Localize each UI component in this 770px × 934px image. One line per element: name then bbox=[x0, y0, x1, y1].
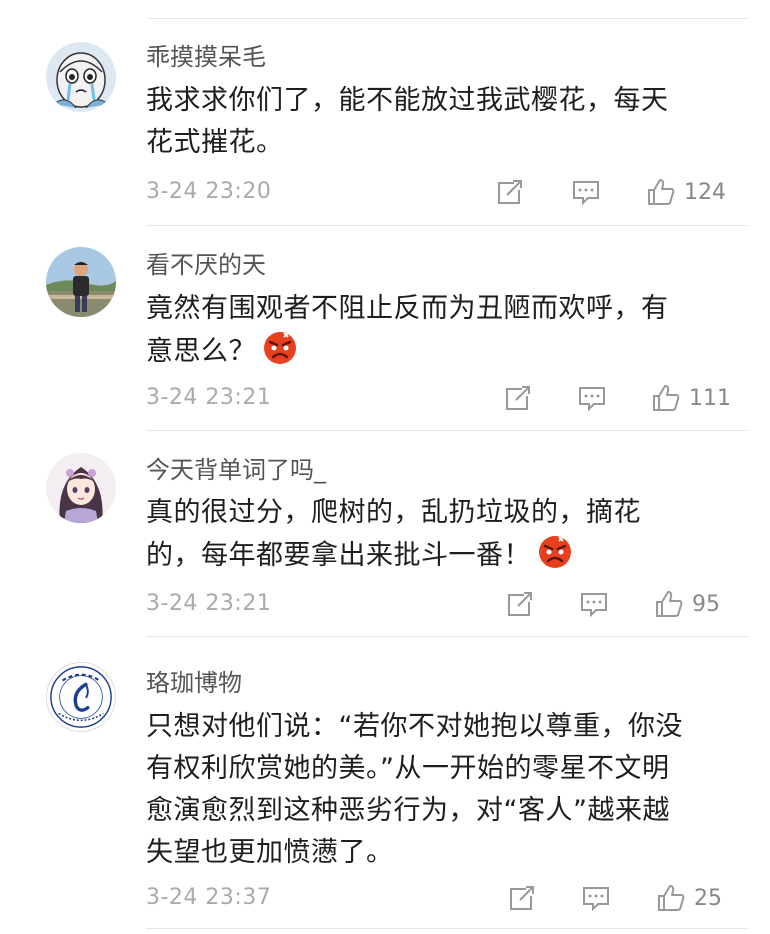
username[interactable]: 乖摸摸呆毛 bbox=[146, 42, 266, 72]
comment-meta: 3-24 23:21 95 bbox=[146, 584, 730, 624]
comment-button[interactable] bbox=[580, 584, 608, 624]
comment-text: 真的很过分，爬树的，乱扔垃圾的，摘花 的，每年都要拿出来批斗一番！ bbox=[146, 492, 736, 577]
comment-text-segment: 的，每年都要拿出来批斗一番！ bbox=[146, 540, 531, 571]
username[interactable]: 今天背单词了吗_ bbox=[146, 455, 326, 485]
avatar[interactable] bbox=[46, 42, 116, 112]
anime-girl-avatar-icon bbox=[46, 453, 116, 523]
comment-text: 我求求你们了，能不能放过我武樱花，每天 花式摧花。 bbox=[146, 80, 736, 164]
comment-text-line: 只想对他们说：“若你不对她抱以尊重，你没 bbox=[146, 711, 683, 742]
thumbs-up-icon bbox=[656, 591, 683, 617]
comment-divider bbox=[146, 430, 748, 431]
repost-button[interactable] bbox=[496, 172, 524, 212]
repost-icon bbox=[506, 384, 532, 410]
comment-button[interactable] bbox=[578, 378, 606, 418]
timestamp: 3-24 23:37 bbox=[146, 885, 272, 910]
comment-divider bbox=[146, 225, 748, 226]
like-button[interactable]: 25 bbox=[656, 878, 722, 918]
comment-meta: 3-24 23:37 25 bbox=[146, 878, 730, 918]
comment-text-line: 愈演愈烈到这种恶劣行为，对“客人”越来越 bbox=[146, 795, 670, 826]
angry-face-emoji-icon bbox=[264, 332, 296, 364]
comment-text: 只想对他们说：“若你不对她抱以尊重，你没 有权利欣赏她的美。”从一开始的零星不文… bbox=[146, 706, 736, 874]
comment-meta: 3-24 23:21 111 bbox=[146, 378, 731, 418]
comment-text-line: 竟然有围观者不阻止反而为丑陋而欢呼，有 bbox=[146, 293, 669, 324]
comment-text-line: 的，每年都要拿出来批斗一番！ bbox=[146, 534, 736, 577]
avatar[interactable] bbox=[46, 662, 116, 732]
thumbs-up-icon bbox=[658, 885, 685, 911]
comment-text-line: 失望也更加愤懑了。 bbox=[146, 837, 394, 868]
comment-button[interactable] bbox=[572, 172, 600, 212]
comment-text-line: 我求求你们了，能不能放过我武樱花，每天 bbox=[146, 85, 669, 116]
repost-button[interactable] bbox=[504, 378, 532, 418]
museum-seal-logo-avatar-icon bbox=[47, 663, 115, 731]
repost-icon bbox=[510, 884, 536, 910]
angry-face-emoji-icon bbox=[539, 536, 571, 568]
comment-text: 竟然有围观者不阻止反而为丑陋而欢呼，有 意思么？ bbox=[146, 288, 736, 373]
like-count: 25 bbox=[694, 885, 722, 911]
like-count: 111 bbox=[689, 385, 731, 411]
like-button[interactable]: 124 bbox=[646, 172, 726, 212]
timestamp: 3-24 23:21 bbox=[146, 591, 272, 616]
username[interactable]: 看不厌的天 bbox=[146, 250, 266, 280]
timestamp: 3-24 23:20 bbox=[146, 179, 272, 204]
repost-button[interactable] bbox=[508, 878, 536, 918]
comment-icon bbox=[583, 887, 609, 912]
username[interactable]: 珞珈博物 bbox=[146, 668, 242, 698]
thumbs-up-icon bbox=[653, 385, 680, 411]
comment-text-line: 有权利欣赏她的美。”从一开始的零星不文明 bbox=[146, 753, 670, 784]
comment-text-line: 花式摧花。 bbox=[146, 127, 284, 158]
person-outdoor-photo-avatar-icon bbox=[46, 247, 116, 317]
repost-button[interactable] bbox=[506, 584, 534, 624]
like-button[interactable]: 95 bbox=[654, 584, 720, 624]
comment-icon bbox=[579, 387, 605, 412]
cartoon-crying-face-avatar-icon bbox=[46, 42, 116, 112]
comment-text-segment: 意思么？ bbox=[146, 336, 256, 367]
repost-icon bbox=[498, 178, 524, 204]
like-count: 124 bbox=[684, 179, 726, 205]
comment-text-line: 真的很过分，爬树的，乱扔垃圾的，摘花 bbox=[146, 497, 641, 528]
comment-icon bbox=[573, 181, 599, 206]
top-divider bbox=[148, 18, 748, 19]
comment-text-line: 意思么？ bbox=[146, 330, 736, 373]
repost-icon bbox=[508, 590, 534, 616]
comment-divider bbox=[146, 928, 748, 929]
comment-icon bbox=[581, 593, 607, 618]
comment-meta: 3-24 23:20 124 bbox=[146, 172, 730, 212]
comment-divider bbox=[146, 636, 748, 637]
avatar[interactable] bbox=[46, 247, 116, 317]
like-count: 95 bbox=[692, 591, 720, 617]
comment-button[interactable] bbox=[582, 878, 610, 918]
avatar[interactable] bbox=[46, 453, 116, 523]
timestamp: 3-24 23:21 bbox=[146, 385, 272, 410]
like-button[interactable]: 111 bbox=[651, 378, 731, 418]
thumbs-up-icon bbox=[648, 179, 675, 205]
